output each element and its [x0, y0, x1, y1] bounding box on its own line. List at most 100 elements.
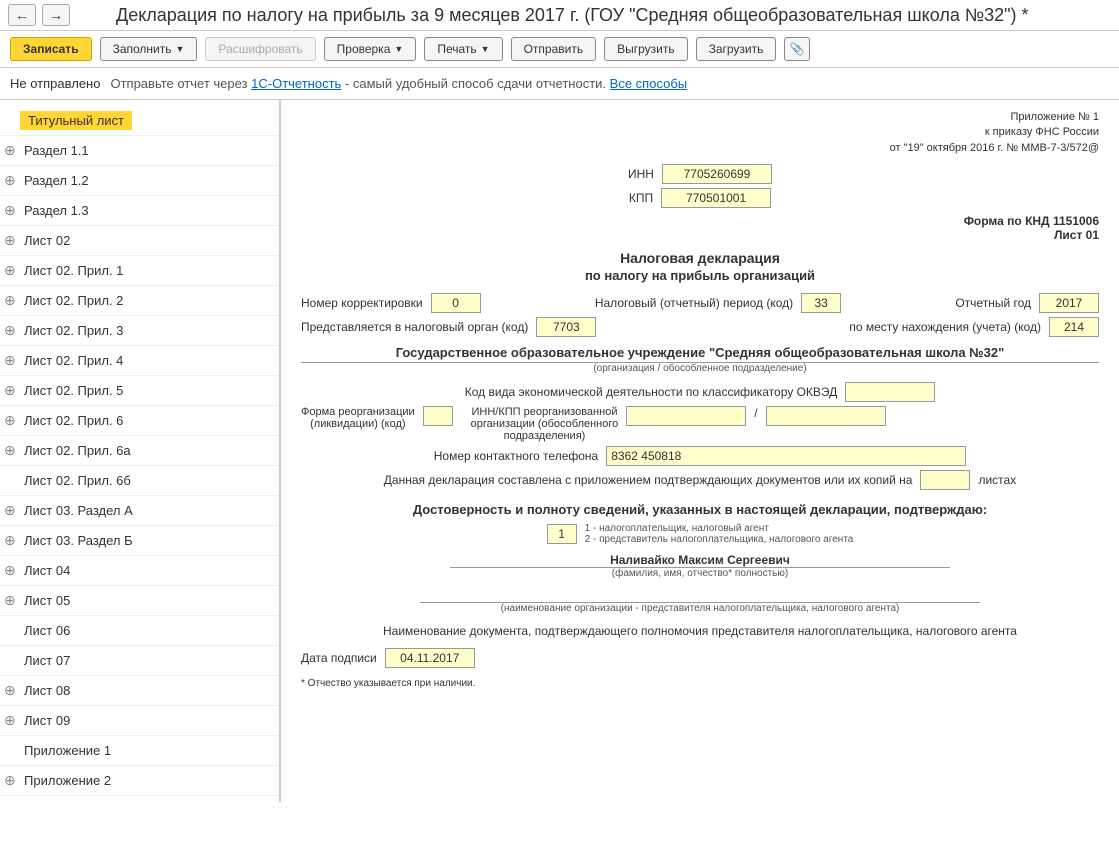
sidebar-item-label: Лист 02. Прил. 6а	[20, 441, 135, 460]
sidebar-item-19[interactable]: ⊕Лист 08	[0, 676, 279, 706]
sidebar-item-20[interactable]: ⊕Лист 09	[0, 706, 279, 736]
check-button[interactable]: Проверка▼	[324, 37, 417, 61]
expand-icon[interactable]: ⊕	[4, 202, 16, 219]
expand-icon[interactable]: ⊕	[4, 442, 16, 459]
sidebar-item-6[interactable]: ⊕Лист 02. Прил. 2	[0, 286, 279, 316]
attach-button[interactable]: 📎	[784, 37, 810, 61]
sidebar: Титульный лист⊕Раздел 1.1⊕Раздел 1.2⊕Раз…	[0, 100, 280, 802]
reorg-inn-input2[interactable]	[766, 406, 886, 426]
reorg-inn-input1[interactable]	[626, 406, 746, 426]
sidebar-item-5[interactable]: ⊕Лист 02. Прил. 1	[0, 256, 279, 286]
corr-input[interactable]: 0	[431, 293, 481, 313]
sidebar-item-8[interactable]: ⊕Лист 02. Прил. 4	[0, 346, 279, 376]
signer-name: Наливайко Максим Сергеевич	[450, 553, 950, 568]
sidebar-item-21[interactable]: Приложение 1	[0, 736, 279, 766]
sidebar-item-12[interactable]: Лист 02. Прил. 6б	[0, 466, 279, 496]
sidebar-item-label: Приложение 2	[20, 771, 115, 790]
link-all-methods[interactable]: Все способы	[610, 76, 687, 91]
sidebar-item-2[interactable]: ⊕Раздел 1.2	[0, 166, 279, 196]
expand-icon[interactable]: ⊕	[4, 262, 16, 279]
sidebar-item-label: Лист 02. Прил. 1	[20, 261, 127, 280]
year-input[interactable]: 2017	[1039, 293, 1099, 313]
save-button[interactable]: Записать	[10, 37, 92, 61]
import-button[interactable]: Загрузить	[696, 37, 777, 61]
reorg-form-input[interactable]	[423, 406, 453, 426]
sidebar-item-4[interactable]: ⊕Лист 02	[0, 226, 279, 256]
sidebar-item-label: Лист 06	[20, 621, 74, 640]
sidebar-item-16[interactable]: ⊕Лист 05	[0, 586, 279, 616]
expand-icon[interactable]: ⊕	[4, 142, 16, 159]
sidebar-item-label: Раздел 1.2	[20, 171, 93, 190]
sidebar-item-22[interactable]: ⊕Приложение 2	[0, 766, 279, 796]
decode-button: Расшифровать	[205, 37, 315, 61]
print-button[interactable]: Печать▼	[424, 37, 502, 61]
expand-icon[interactable]: ⊕	[4, 172, 16, 189]
sidebar-item-label: Лист 07	[20, 651, 74, 670]
period-input[interactable]: 33	[801, 293, 841, 313]
sidebar-item-label: Раздел 1.1	[20, 141, 93, 160]
expand-icon[interactable]: ⊕	[4, 532, 16, 549]
expand-icon[interactable]: ⊕	[4, 682, 16, 699]
authority-input[interactable]: 7703	[536, 317, 596, 337]
sidebar-item-18[interactable]: Лист 07	[0, 646, 279, 676]
expand-icon[interactable]: ⊕	[4, 322, 16, 339]
expand-icon[interactable]: ⊕	[4, 292, 16, 309]
export-button[interactable]: Выгрузить	[604, 37, 688, 61]
sidebar-item-0[interactable]: Титульный лист	[0, 106, 279, 136]
sidebar-item-label: Лист 09	[20, 711, 74, 730]
reorg-inn-label1: ИНН/КПП реорганизованной	[471, 406, 619, 418]
back-button[interactable]: ←	[8, 4, 36, 26]
sign-date-label: Дата подписи	[301, 651, 377, 665]
sidebar-item-label: Приложение 1	[20, 741, 115, 760]
org-name: Государственное образовательное учрежден…	[301, 345, 1099, 363]
corr-label: Номер корректировки	[301, 296, 423, 310]
toolbar: Записать Заполнить▼ Расшифровать Проверк…	[0, 31, 1119, 68]
sidebar-item-label: Лист 05	[20, 591, 74, 610]
location-input[interactable]: 214	[1049, 317, 1099, 337]
sidebar-item-14[interactable]: ⊕Лист 03. Раздел Б	[0, 526, 279, 556]
expand-icon[interactable]: ⊕	[4, 562, 16, 579]
sidebar-item-7[interactable]: ⊕Лист 02. Прил. 3	[0, 316, 279, 346]
signer-code-input[interactable]: 1	[547, 524, 577, 544]
kpp-label: КПП	[629, 191, 653, 205]
sidebar-item-label: Раздел 1.3	[20, 201, 93, 220]
expand-icon[interactable]: ⊕	[4, 412, 16, 429]
phone-input[interactable]: 8362 450818	[606, 446, 966, 466]
phone-label: Номер контактного телефона	[434, 449, 598, 463]
docs-input[interactable]	[920, 470, 970, 490]
expand-icon[interactable]: ⊕	[4, 712, 16, 729]
form-title: Налоговая декларация	[301, 250, 1099, 266]
sidebar-item-10[interactable]: ⊕Лист 02. Прил. 6	[0, 406, 279, 436]
sidebar-item-label: Лист 02. Прил. 3	[20, 321, 127, 340]
content: Приложение № 1 к приказу ФНС России от "…	[280, 100, 1119, 802]
expand-icon[interactable]: ⊕	[4, 352, 16, 369]
rep-doc-label: Наименование документа, подтверждающего …	[301, 624, 1099, 638]
forward-button[interactable]: →	[42, 4, 70, 26]
sidebar-item-15[interactable]: ⊕Лист 04	[0, 556, 279, 586]
expand-icon[interactable]: ⊕	[4, 502, 16, 519]
fill-button[interactable]: Заполнить▼	[100, 37, 198, 61]
okved-input[interactable]	[845, 382, 935, 402]
sidebar-item-17[interactable]: Лист 06	[0, 616, 279, 646]
form-subtitle: по налогу на прибыль организаций	[301, 268, 1099, 283]
rep-org-note: (наименование организации - представител…	[420, 603, 980, 614]
sidebar-item-1[interactable]: ⊕Раздел 1.1	[0, 136, 279, 166]
expand-icon[interactable]: ⊕	[4, 592, 16, 609]
kpp-input[interactable]: 770501001	[661, 188, 771, 208]
link-1c[interactable]: 1С-Отчетность	[251, 76, 341, 91]
expand-icon[interactable]: ⊕	[4, 232, 16, 249]
expand-icon[interactable]: ⊕	[4, 382, 16, 399]
sidebar-item-label: Титульный лист	[20, 111, 132, 130]
page-title: Декларация по налогу на прибыль за 9 мес…	[116, 5, 1029, 26]
expand-icon[interactable]: ⊕	[4, 772, 16, 789]
sidebar-item-9[interactable]: ⊕Лист 02. Прил. 5	[0, 376, 279, 406]
sidebar-item-13[interactable]: ⊕Лист 03. Раздел А	[0, 496, 279, 526]
send-button[interactable]: Отправить	[511, 37, 597, 61]
sidebar-item-label: Лист 02	[20, 231, 74, 250]
sidebar-item-3[interactable]: ⊕Раздел 1.3	[0, 196, 279, 226]
sign-date-input[interactable]: 04.11.2017	[385, 648, 475, 668]
year-label: Отчетный год	[955, 296, 1031, 310]
sidebar-item-11[interactable]: ⊕Лист 02. Прил. 6а	[0, 436, 279, 466]
signer-name-note: (фамилия, имя, отчество* полностью)	[450, 568, 950, 579]
inn-input[interactable]: 7705260699	[662, 164, 772, 184]
